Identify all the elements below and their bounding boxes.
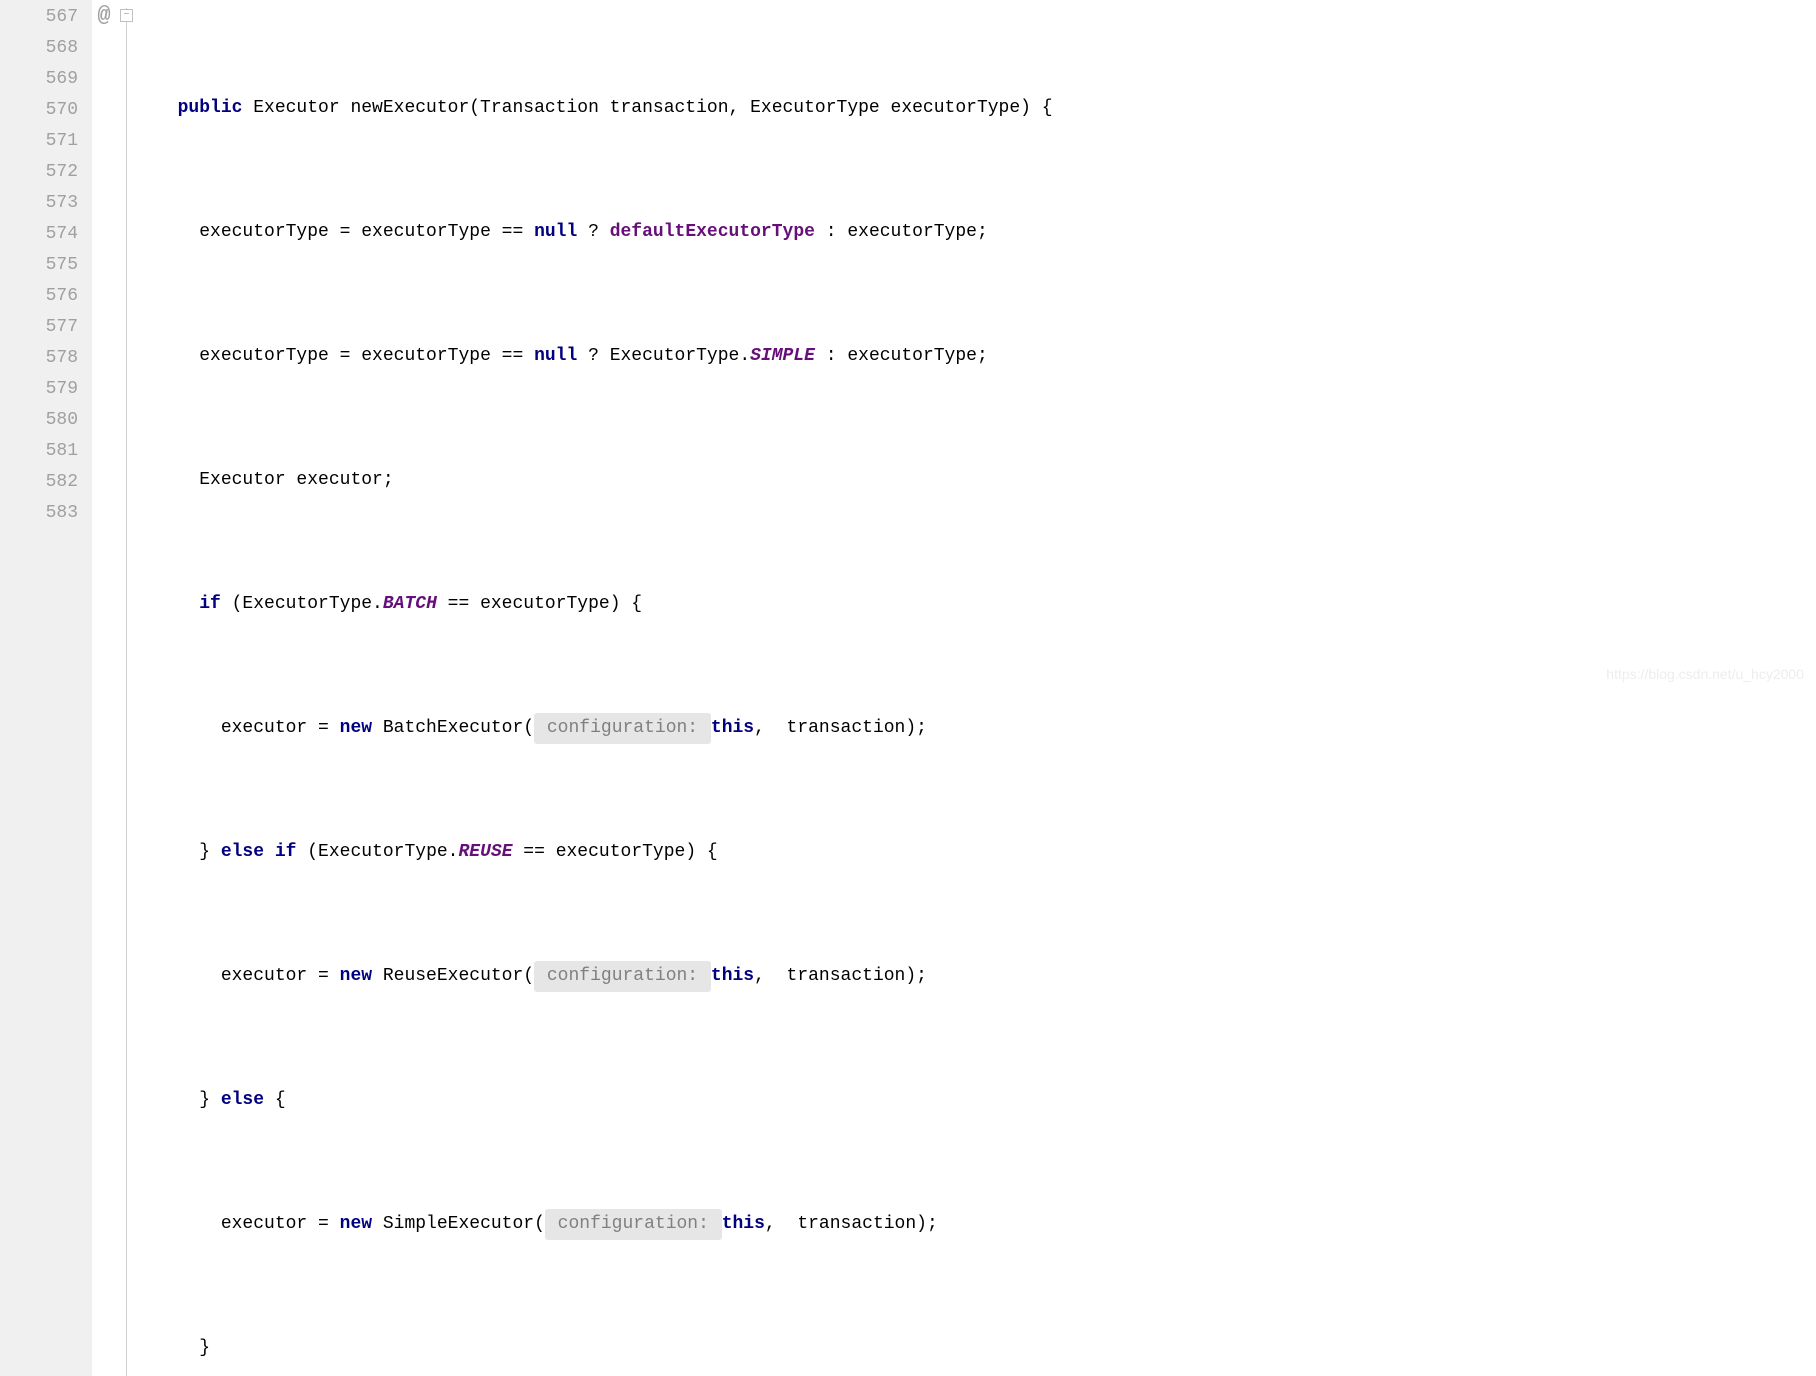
line-number: 582	[14, 467, 78, 498]
line-number: 583	[14, 498, 78, 529]
line-number: 581	[14, 436, 78, 467]
code-editor: 567 568 569 570 571 572 573 574 575 576 …	[0, 0, 1816, 1376]
line-number: 579	[14, 374, 78, 405]
line-number-gutter: 567 568 569 570 571 572 573 574 575 576 …	[0, 0, 92, 1376]
fold-gutter: − ┘	[116, 0, 146, 1376]
fold-collapse-icon[interactable]: −	[120, 9, 133, 22]
code-line[interactable]: if (ExecutorType.BATCH == executorType) …	[156, 589, 1053, 620]
parameter-hint: configuration:	[534, 961, 711, 992]
line-number: 572	[14, 157, 78, 188]
code-line[interactable]: } else if (ExecutorType.REUSE == executo…	[156, 837, 1053, 868]
line-number: 569	[14, 64, 78, 95]
annotation-gutter: @	[92, 0, 116, 1376]
line-number: 575	[14, 250, 78, 281]
fold-guide-line	[126, 8, 127, 1376]
line-number: 567	[14, 2, 78, 33]
override-annotation-icon[interactable]: @	[97, 0, 110, 31]
line-number: 578	[14, 343, 78, 374]
parameter-hint: configuration:	[534, 713, 711, 744]
code-line[interactable]: executorType = executorType == null ? de…	[156, 217, 1053, 248]
line-number: 574	[14, 219, 78, 250]
code-line[interactable]: executor = new BatchExecutor( configurat…	[156, 713, 1053, 744]
code-line[interactable]: Executor executor;	[156, 465, 1053, 496]
code-line[interactable]: public Executor newExecutor(Transaction …	[156, 93, 1053, 124]
code-area[interactable]: public Executor newExecutor(Transaction …	[146, 0, 1053, 1376]
code-line[interactable]: executorType = executorType == null ? Ex…	[156, 341, 1053, 372]
line-number: 577	[14, 312, 78, 343]
line-number: 571	[14, 126, 78, 157]
line-number: 580	[14, 405, 78, 436]
code-line[interactable]: }	[156, 1333, 1053, 1364]
code-line[interactable]: } else {	[156, 1085, 1053, 1116]
line-number: 576	[14, 281, 78, 312]
code-line[interactable]: executor = new ReuseExecutor( configurat…	[156, 961, 1053, 992]
line-number: 570	[14, 95, 78, 126]
code-line[interactable]: executor = new SimpleExecutor( configura…	[156, 1209, 1053, 1240]
line-number: 568	[14, 33, 78, 64]
parameter-hint: configuration:	[545, 1209, 722, 1240]
line-number: 573	[14, 188, 78, 219]
watermark-text: https://blog.csdn.net/u_hcy2000	[1606, 666, 1804, 682]
